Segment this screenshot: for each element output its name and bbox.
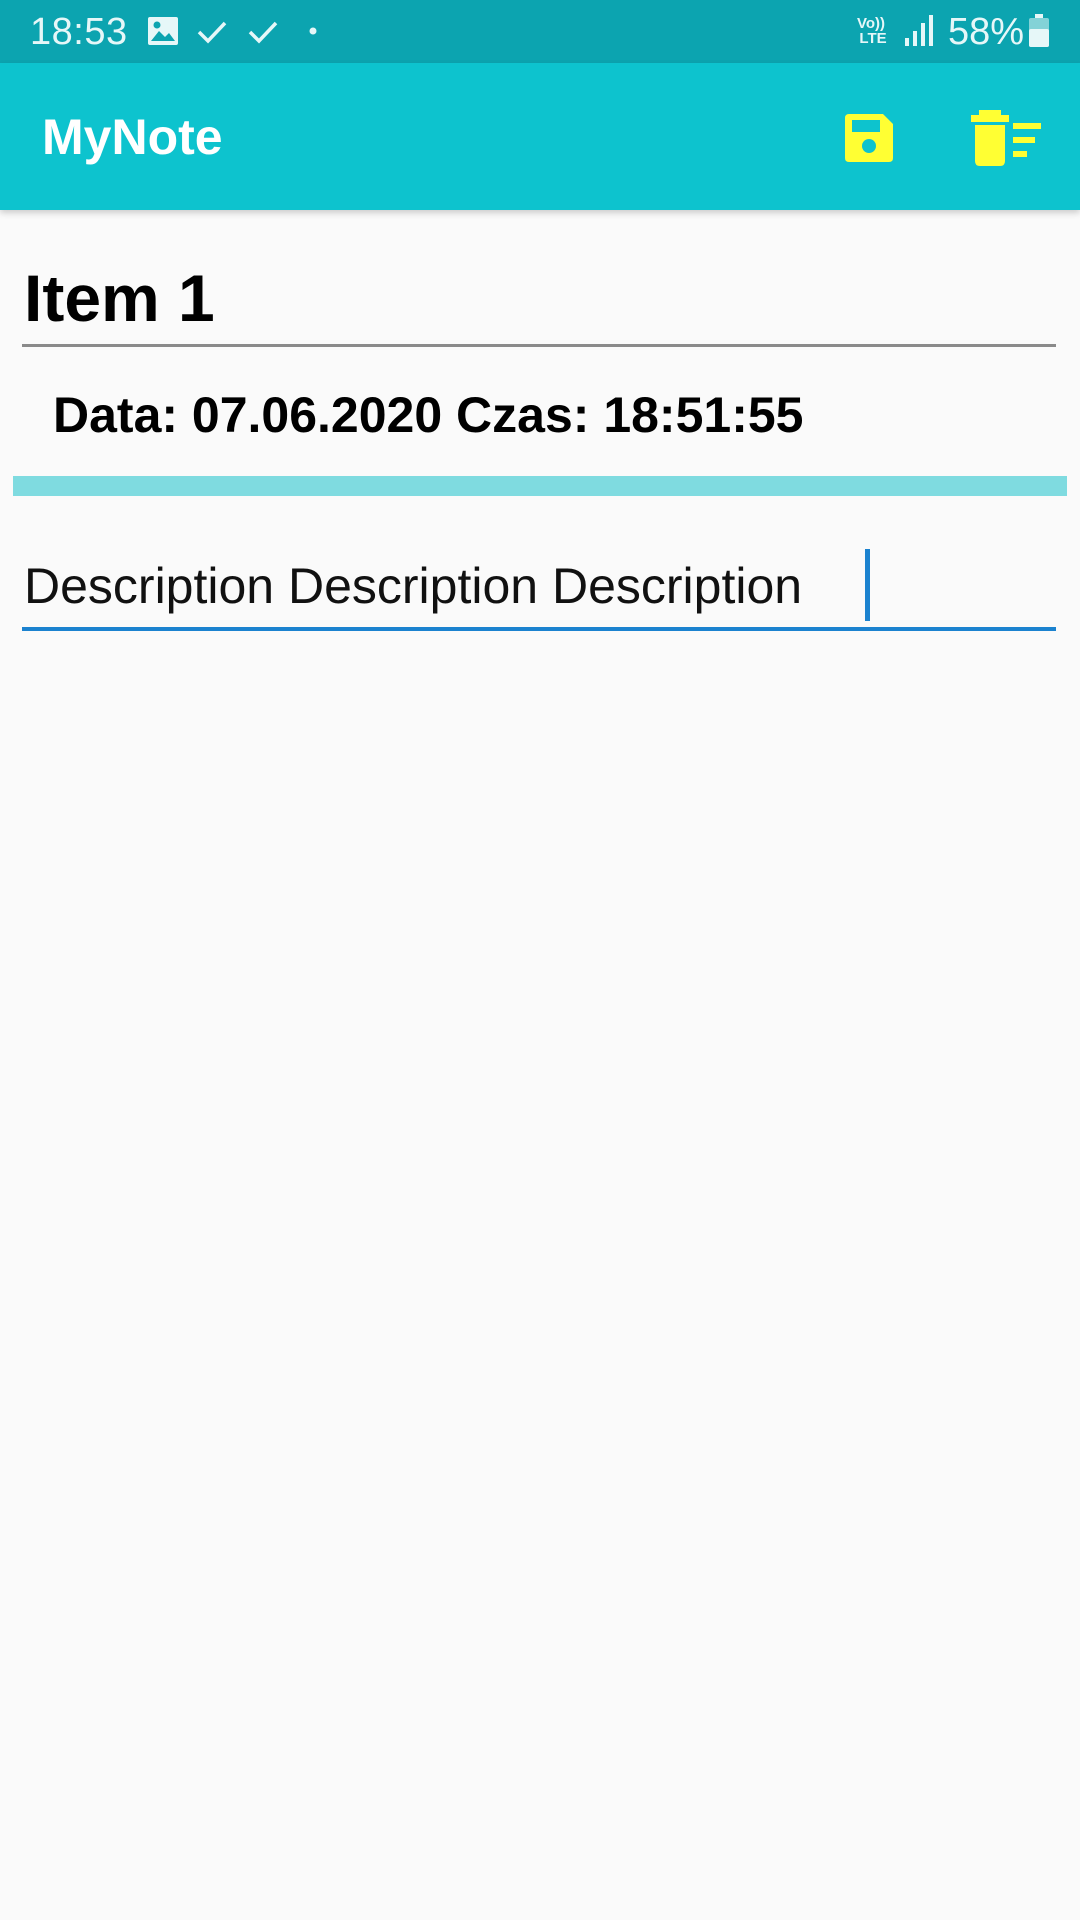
save-icon xyxy=(843,112,895,164)
note-description-field[interactable]: Description Description Description xyxy=(22,545,1056,631)
app-bar: MyNote xyxy=(0,63,1080,210)
app-title: MyNote xyxy=(42,109,223,165)
dot-icon xyxy=(309,27,317,35)
section-divider xyxy=(13,476,1067,496)
lte-label: LTE xyxy=(859,30,887,47)
text-cursor xyxy=(865,549,870,621)
check-icon xyxy=(196,20,228,44)
battery-percent: 58% xyxy=(948,11,1025,53)
save-button[interactable] xyxy=(834,103,904,173)
check-icon xyxy=(247,20,279,44)
delete-sweep-button[interactable] xyxy=(966,103,1046,173)
note-datetime: Data: 07.06.2020 Czas: 18:51:55 xyxy=(53,387,804,443)
signal-icon xyxy=(904,14,936,48)
note-title-value: Item 1 xyxy=(24,261,215,335)
delete-sweep-icon xyxy=(969,109,1043,167)
note-description-value: Description Description Description xyxy=(24,558,803,614)
status-bar: 18:53 Vo)) LTE 58% xyxy=(0,0,1080,63)
gallery-icon xyxy=(147,16,179,46)
note-title-field[interactable]: Item 1 xyxy=(22,250,1056,347)
battery-icon xyxy=(1028,14,1050,48)
status-time: 18:53 xyxy=(30,11,128,53)
